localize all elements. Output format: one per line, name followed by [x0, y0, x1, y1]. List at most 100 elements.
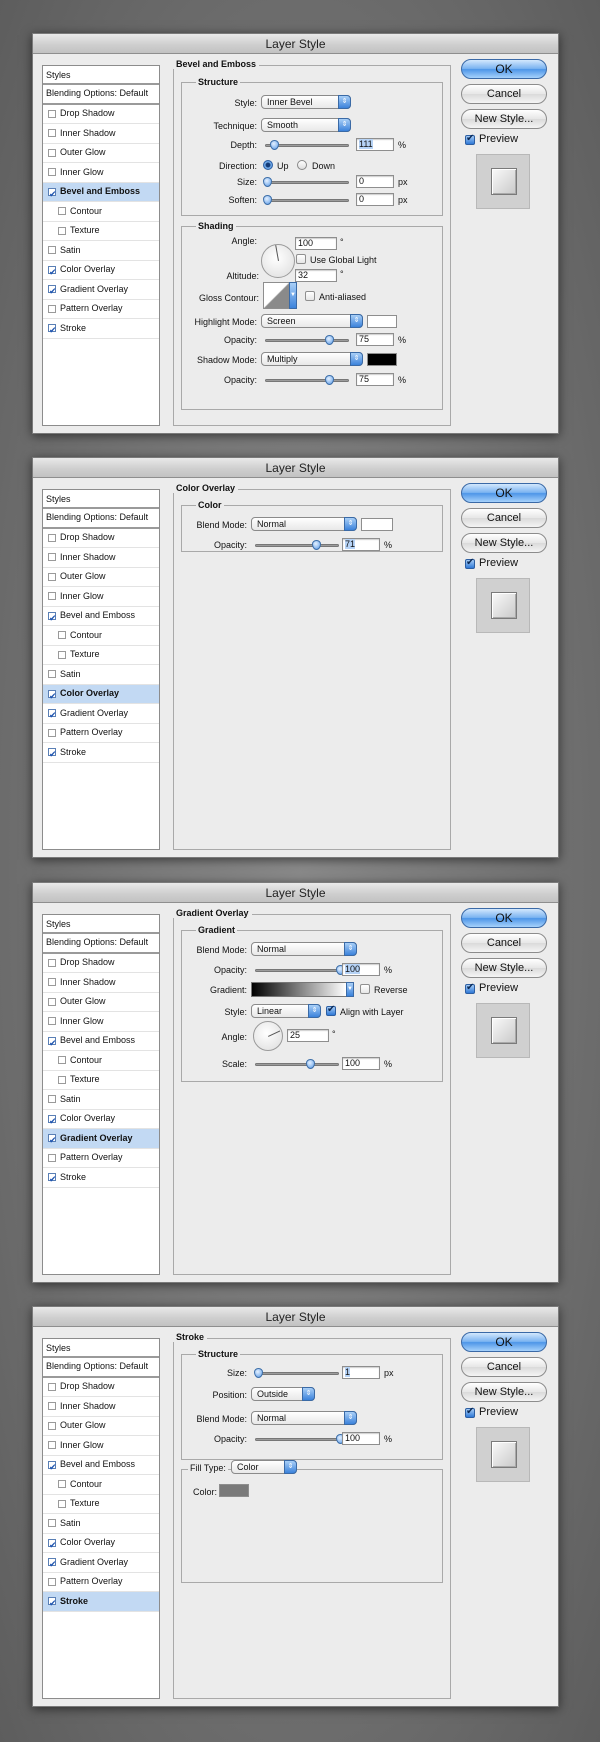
style-checkbox[interactable]	[48, 148, 56, 157]
style-item-stroke[interactable]: Stroke	[43, 743, 159, 766]
highlight-opacity-input[interactable]: 75	[356, 333, 394, 346]
style-item-color-overlay[interactable]: Color Overlay	[43, 261, 159, 283]
shadow-opacity-input[interactable]: 75	[356, 373, 394, 386]
style-item-bevel-and-emboss[interactable]: Bevel and Emboss	[43, 607, 159, 629]
opacity-slider[interactable]	[255, 540, 339, 550]
angle-dial[interactable]	[253, 1021, 283, 1051]
highlight-color-swatch[interactable]	[367, 315, 397, 328]
cancel-button[interactable]: Cancel	[461, 84, 547, 104]
blending-options-item[interactable]: Blending Options: Default	[43, 509, 159, 529]
anti-aliased-checkbox[interactable]	[305, 291, 315, 301]
style-item-gradient-overlay[interactable]: Gradient Overlay	[43, 1129, 159, 1152]
styles-header[interactable]: Styles	[43, 1339, 159, 1358]
blending-options-item[interactable]: Blending Options: Default	[43, 85, 159, 105]
style-item-inner-glow[interactable]: Inner Glow	[43, 587, 159, 607]
style-checkbox[interactable]	[48, 1035, 57, 1054]
style-item-inner-glow[interactable]: Inner Glow	[43, 1012, 159, 1032]
style-checkbox[interactable]	[48, 1421, 56, 1430]
style-item-satin[interactable]: Satin	[43, 1514, 159, 1534]
styles-header[interactable]: Styles	[43, 66, 159, 85]
style-checkbox[interactable]	[48, 283, 57, 303]
style-checkbox[interactable]	[48, 1132, 57, 1152]
style-checkbox[interactable]	[48, 670, 56, 679]
angle-input[interactable]: 100	[295, 237, 337, 250]
style-item-gradient-overlay[interactable]: Gradient Overlay	[43, 1553, 159, 1576]
style-item-inner-glow[interactable]: Inner Glow	[43, 163, 159, 183]
size-input[interactable]: 1	[342, 1366, 380, 1379]
style-checkbox[interactable]	[58, 1056, 66, 1065]
new-style-button[interactable]: New Style...	[461, 109, 547, 129]
style-item-color-overlay[interactable]: Color Overlay	[43, 1110, 159, 1132]
style-checkbox[interactable]	[48, 1459, 57, 1478]
gloss-contour-preview[interactable]	[263, 282, 290, 309]
depth-slider[interactable]	[265, 140, 349, 150]
style-item-contour[interactable]: Contour	[43, 1051, 159, 1071]
style-item-texture[interactable]: Texture	[43, 1071, 159, 1090]
style-checkbox[interactable]	[48, 246, 56, 255]
style-checkbox[interactable]	[48, 1153, 56, 1162]
style-checkbox[interactable]	[48, 1556, 57, 1576]
stroke-color-swatch[interactable]	[219, 1484, 249, 1497]
position-select[interactable]: Outside ⇕	[251, 1387, 315, 1401]
blend-mode-select[interactable]: Normal ⇕	[251, 517, 357, 531]
style-checkbox[interactable]	[48, 322, 57, 342]
ok-button[interactable]: OK	[461, 1332, 547, 1352]
style-checkbox[interactable]	[48, 1017, 56, 1026]
style-checkbox[interactable]	[48, 304, 56, 313]
style-item-color-overlay[interactable]: Color Overlay	[43, 1534, 159, 1556]
style-item-inner-shadow[interactable]: Inner Shadow	[43, 548, 159, 568]
chevron-down-icon[interactable]: ▼	[289, 282, 297, 309]
style-item-stroke[interactable]: Stroke	[43, 1168, 159, 1191]
blending-options-item[interactable]: Blending Options: Default	[43, 934, 159, 954]
style-item-satin[interactable]: Satin	[43, 1090, 159, 1110]
style-checkbox[interactable]	[48, 728, 56, 737]
style-checkbox[interactable]	[48, 553, 56, 562]
style-checkbox[interactable]	[48, 592, 56, 601]
size-slider[interactable]	[263, 177, 349, 187]
shadow-color-swatch[interactable]	[367, 353, 397, 366]
style-checkbox[interactable]	[48, 1577, 56, 1586]
style-checkbox[interactable]	[48, 1537, 57, 1556]
style-checkbox[interactable]	[48, 109, 56, 118]
blending-options-item[interactable]: Blending Options: Default	[43, 1358, 159, 1378]
style-item-drop-shadow[interactable]: Drop Shadow	[43, 1378, 159, 1397]
style-checkbox[interactable]	[58, 650, 66, 659]
new-style-button[interactable]: New Style...	[461, 1382, 547, 1402]
style-item-outer-glow[interactable]: Outer Glow	[43, 1417, 159, 1436]
preview-checkbox[interactable]	[465, 133, 475, 145]
style-checkbox[interactable]	[48, 533, 56, 542]
shadow-opacity-slider[interactable]	[265, 375, 349, 385]
style-item-contour[interactable]: Contour	[43, 626, 159, 646]
angle-dial[interactable]	[261, 244, 295, 278]
style-item-pattern-overlay[interactable]: Pattern Overlay	[43, 1573, 159, 1592]
preview-checkbox[interactable]	[465, 557, 475, 569]
style-item-contour[interactable]: Contour	[43, 1475, 159, 1495]
opacity-slider[interactable]	[255, 1434, 345, 1444]
style-item-drop-shadow[interactable]: Drop Shadow	[43, 529, 159, 548]
style-item-satin[interactable]: Satin	[43, 241, 159, 261]
style-item-contour[interactable]: Contour	[43, 202, 159, 222]
size-slider[interactable]	[254, 1368, 339, 1378]
style-checkbox[interactable]	[48, 168, 56, 177]
style-item-bevel-and-emboss[interactable]: Bevel and Emboss	[43, 182, 159, 205]
highlight-mode-select[interactable]: Screen ⇕	[261, 314, 363, 328]
style-checkbox[interactable]	[48, 264, 57, 283]
style-checkbox[interactable]	[48, 572, 56, 581]
style-item-drop-shadow[interactable]: Drop Shadow	[43, 105, 159, 124]
style-item-stroke[interactable]: Stroke	[43, 1592, 159, 1615]
style-item-color-overlay[interactable]: Color Overlay	[43, 684, 159, 707]
angle-input[interactable]: 25	[287, 1029, 329, 1042]
style-item-texture[interactable]: Texture	[43, 1495, 159, 1514]
depth-input[interactable]: 111	[356, 138, 394, 151]
preview-checkbox[interactable]	[465, 982, 475, 994]
style-checkbox[interactable]	[48, 129, 56, 138]
style-item-satin[interactable]: Satin	[43, 665, 159, 685]
scale-slider[interactable]	[255, 1059, 339, 1069]
direction-down-radio[interactable]	[297, 160, 307, 170]
soften-input[interactable]: 0	[356, 193, 394, 206]
chevron-down-icon[interactable]: ▼	[346, 982, 354, 997]
style-item-outer-glow[interactable]: Outer Glow	[43, 993, 159, 1012]
style-item-pattern-overlay[interactable]: Pattern Overlay	[43, 300, 159, 319]
style-checkbox[interactable]	[58, 1075, 66, 1084]
style-checkbox[interactable]	[58, 1480, 66, 1489]
